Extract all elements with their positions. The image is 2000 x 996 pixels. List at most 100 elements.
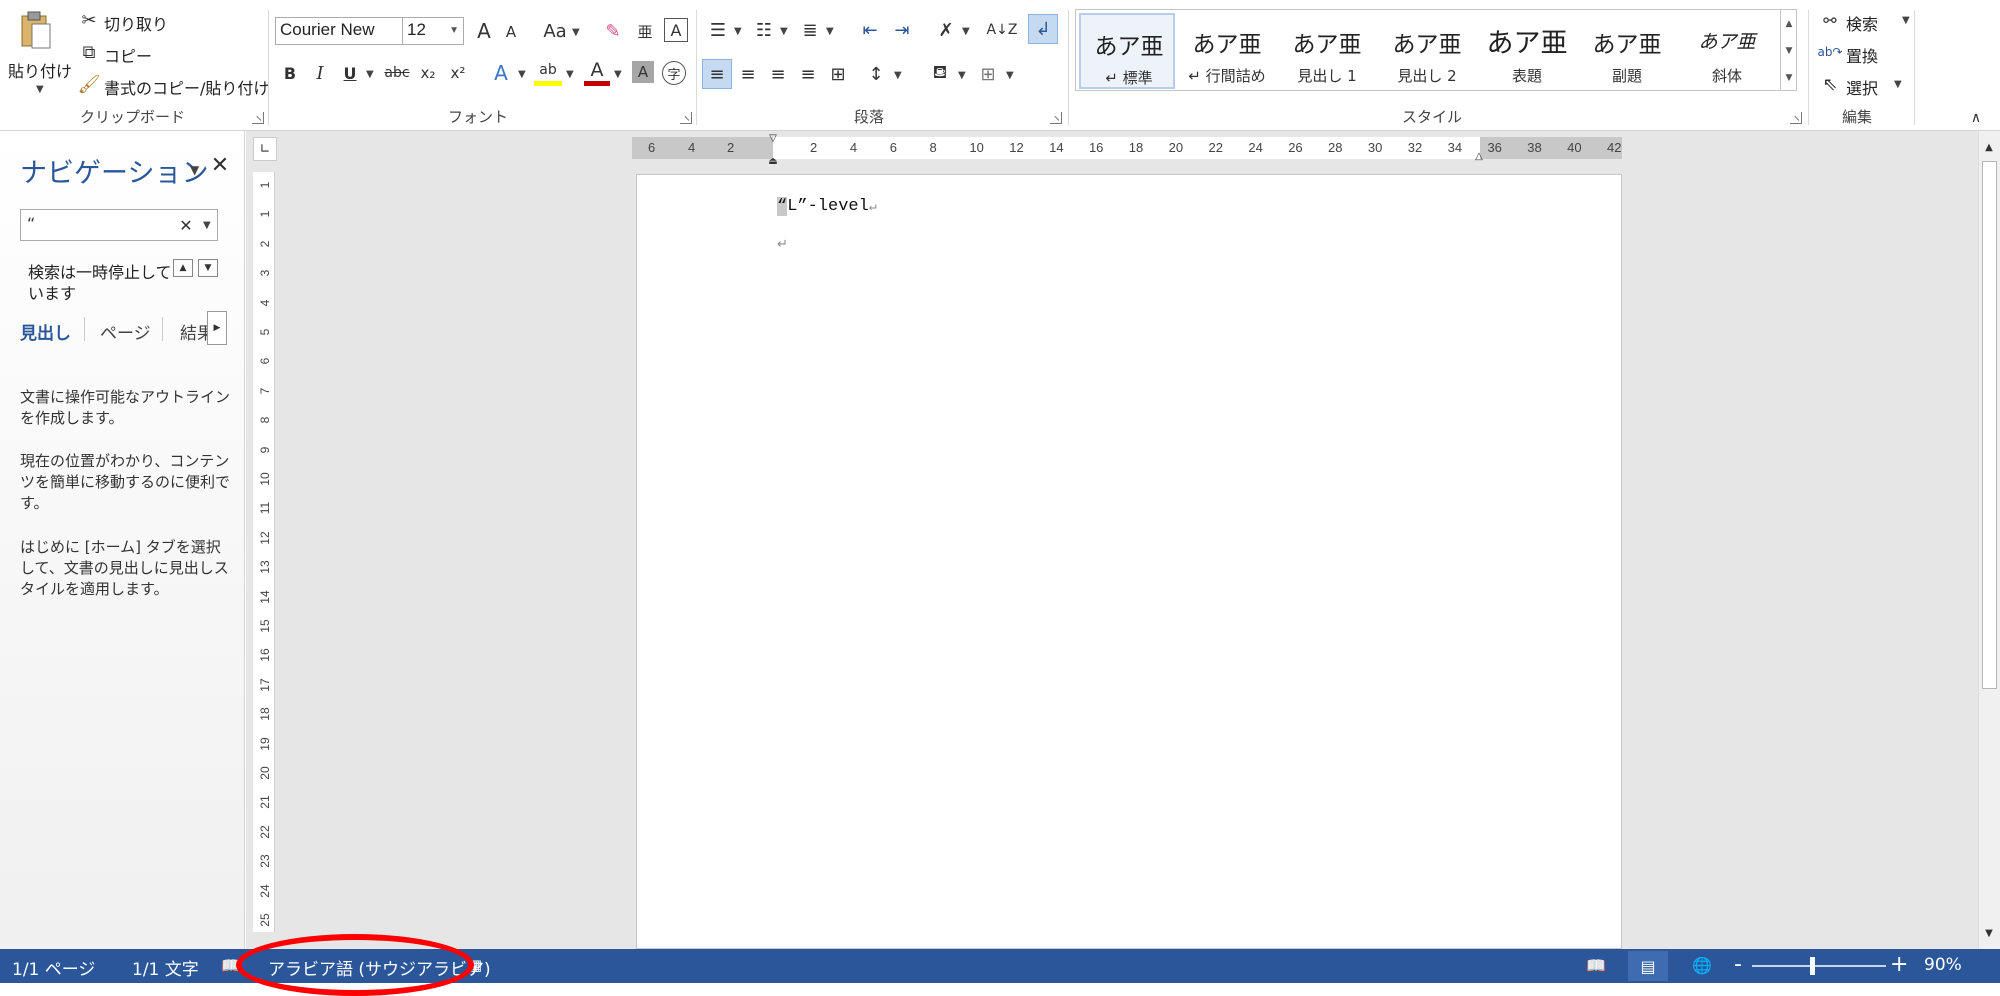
vertical-scrollbar[interactable]: ▲ ▼ xyxy=(1978,131,2000,949)
find-button[interactable]: ⚯ 検索 ▼ xyxy=(1818,8,1918,35)
select-button[interactable]: ⇖ 選択 ▼ xyxy=(1818,72,1918,99)
character-border-icon[interactable]: A xyxy=(664,18,688,42)
grow-font-icon[interactable]: A xyxy=(472,18,496,44)
bullets-dropdown-icon[interactable]: ▼ xyxy=(734,26,742,37)
change-case-dropdown-icon[interactable]: ▼ xyxy=(572,27,580,38)
read-mode-icon[interactable]: 📖 xyxy=(1584,953,1608,977)
show-marks-icon[interactable]: ↲ xyxy=(1028,14,1058,44)
tab-headings[interactable]: 見出し xyxy=(20,319,71,344)
align-center-icon[interactable]: ≡ xyxy=(734,60,762,88)
underline-dropdown-icon[interactable]: ▼ xyxy=(366,69,374,80)
paste-dropdown-icon[interactable]: ▼ xyxy=(36,84,44,95)
scroll-thumb[interactable] xyxy=(1982,161,1997,689)
page-count[interactable]: 1/1 ページ xyxy=(12,955,95,980)
decrease-indent-icon[interactable]: ⇤ xyxy=(856,16,884,44)
paste-button[interactable]: 貼り付け ▼ xyxy=(6,8,72,100)
shrink-font-icon[interactable]: A xyxy=(500,20,522,44)
style-no-spacing[interactable]: あア亜 ↵ 行間詰め xyxy=(1179,13,1275,89)
align-right-icon[interactable]: ≡ xyxy=(764,60,792,88)
print-layout-icon[interactable]: ▤ xyxy=(1628,951,1668,981)
first-line-indent-icon[interactable]: ▽ xyxy=(766,132,780,144)
borders-icon[interactable]: ⊞ xyxy=(974,60,1002,88)
search-dropdown-icon[interactable]: ▼ xyxy=(203,220,211,231)
find-dropdown-icon[interactable]: ▼ xyxy=(1902,15,1910,26)
doc-line-1[interactable]: “L”-level↵ xyxy=(777,197,877,216)
replace-button[interactable]: ab↷ 置換 xyxy=(1817,40,1918,66)
format-painter-button[interactable]: 🖌 書式のコピー/貼り付け xyxy=(78,72,270,99)
bold-icon[interactable]: B xyxy=(278,60,302,86)
tab-pages[interactable]: ページ xyxy=(100,319,151,344)
style-normal[interactable]: あア亜 ↵ 標準 xyxy=(1079,13,1175,89)
close-icon[interactable]: ✕ xyxy=(208,153,232,178)
nav-search-input[interactable]: “ ✕ ▼ xyxy=(20,209,218,241)
zoom-out-button[interactable]: - xyxy=(1734,952,1742,977)
enclosed-character-icon[interactable]: 字 xyxy=(662,61,686,85)
style-emphasis[interactable]: あア亜 斜体 xyxy=(1679,13,1775,89)
text-direction-dropdown-icon[interactable]: ▼ xyxy=(962,26,970,37)
tab-selector-icon[interactable]: ∟ xyxy=(253,137,277,161)
word-count[interactable]: 1/1 文字 xyxy=(132,955,199,980)
shading-icon[interactable]: ⛾ xyxy=(926,60,954,88)
style-subtitle[interactable]: あア亜 副題 xyxy=(1579,13,1675,89)
highlight-icon[interactable]: ab xyxy=(534,58,562,86)
sort-icon[interactable]: A↓Z xyxy=(987,16,1018,44)
zoom-slider-thumb[interactable] xyxy=(1810,957,1815,975)
text-direction-icon[interactable]: ✗ xyxy=(932,16,960,44)
justify-icon[interactable]: ≡ xyxy=(794,60,822,88)
collapse-ribbon-icon[interactable]: ∧ xyxy=(1966,108,1986,128)
font-name-combo[interactable]: Courier New xyxy=(275,17,403,45)
nav-options-icon[interactable]: ▼ xyxy=(190,163,199,177)
font-color-dropdown-icon[interactable]: ▼ xyxy=(614,69,622,80)
align-left-icon[interactable]: ≡ xyxy=(702,59,732,89)
copy-button[interactable]: ⧉ コピー xyxy=(78,40,198,67)
tab-scroll-right-icon[interactable]: ▶ xyxy=(207,311,227,345)
clear-search-icon[interactable]: ✕ xyxy=(177,214,195,236)
clear-format-icon[interactable]: ✎ xyxy=(600,18,626,44)
underline-icon[interactable]: U xyxy=(338,60,362,86)
select-dropdown-icon[interactable]: ▼ xyxy=(1894,79,1902,90)
subscript-icon[interactable]: x₂ xyxy=(416,60,440,86)
selected-quote[interactable]: “ xyxy=(777,197,788,216)
zoom-level[interactable]: 90% xyxy=(1924,955,1962,975)
style-heading1[interactable]: あア亜 見出し 1 xyxy=(1279,13,1375,89)
bullets-icon[interactable]: ☰ xyxy=(704,16,732,44)
italic-icon[interactable]: I xyxy=(308,60,332,86)
clipboard-launcher-icon[interactable] xyxy=(252,112,264,124)
left-indent-icon[interactable]: ⏏ xyxy=(766,152,780,170)
character-shading-icon[interactable]: A xyxy=(632,61,654,83)
shading-dropdown-icon[interactable]: ▼ xyxy=(958,70,966,81)
multilevel-list-icon[interactable]: ≣ xyxy=(796,16,824,44)
font-size-combo[interactable]: 12 ▼ xyxy=(402,17,464,45)
paragraph-launcher-icon[interactable] xyxy=(1050,112,1062,124)
styles-scroll-up-icon[interactable]: ▲ xyxy=(1780,10,1797,37)
text-effects-icon[interactable]: A xyxy=(488,60,514,86)
highlight-dropdown-icon[interactable]: ▼ xyxy=(566,69,574,80)
styles-scroll-down-icon[interactable]: ▼ xyxy=(1780,37,1797,64)
next-result-icon[interactable]: ▼ xyxy=(198,259,218,277)
numbering-icon[interactable]: ☷ xyxy=(750,16,778,44)
font-color-icon[interactable]: A xyxy=(584,58,610,86)
multilevel-dropdown-icon[interactable]: ▼ xyxy=(826,26,834,37)
style-title[interactable]: あア亜 表題 xyxy=(1479,13,1575,89)
font-launcher-icon[interactable] xyxy=(680,112,692,124)
style-heading2[interactable]: あア亜 見出し 2 xyxy=(1379,13,1475,89)
zoom-slider[interactable] xyxy=(1752,965,1886,967)
text-effects-dropdown-icon[interactable]: ▼ xyxy=(518,69,526,80)
scroll-up-icon[interactable]: ▲ xyxy=(1981,139,1997,155)
numbering-dropdown-icon[interactable]: ▼ xyxy=(780,26,788,37)
cut-button[interactable]: ✂ 切り取り xyxy=(78,8,198,35)
line-spacing-dropdown-icon[interactable]: ▼ xyxy=(894,70,902,81)
document-page[interactable]: “L”-level↵ ↵ xyxy=(636,174,1622,949)
phonetic-guide-icon[interactable]: 亜 xyxy=(632,18,658,44)
vertical-ruler[interactable] xyxy=(253,172,275,932)
strikethrough-icon[interactable]: abc xyxy=(382,60,412,86)
right-indent-icon[interactable]: △ xyxy=(1472,150,1486,162)
line-spacing-icon[interactable]: ↕ xyxy=(862,60,890,88)
distributed-icon[interactable]: ⊞ xyxy=(824,60,852,88)
styles-launcher-icon[interactable] xyxy=(1790,112,1802,124)
styles-more-icon[interactable]: ▼ xyxy=(1780,64,1797,91)
increase-indent-icon[interactable]: ⇥ xyxy=(888,16,916,44)
doc-line-2[interactable]: ↵ xyxy=(777,237,788,252)
scroll-down-icon[interactable]: ▼ xyxy=(1981,925,1997,941)
borders-dropdown-icon[interactable]: ▼ xyxy=(1006,70,1014,81)
